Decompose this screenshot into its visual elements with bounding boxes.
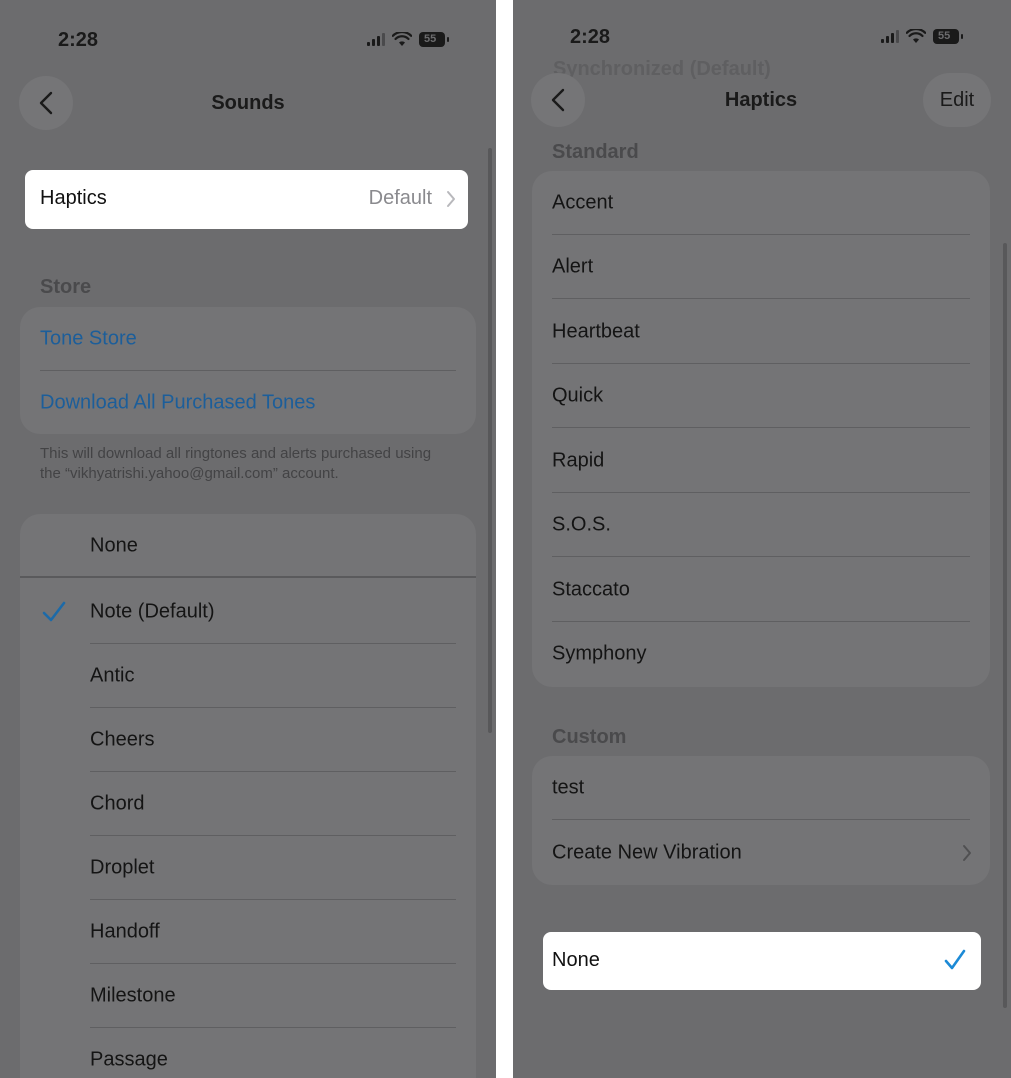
haptics-value: Default — [368, 187, 432, 209]
tone-row[interactable]: Milestone — [20, 964, 476, 1028]
store-footnote: This will download all ringtones and ale… — [40, 445, 432, 482]
haptic-row[interactable]: S.O.S. — [532, 493, 990, 557]
wifi-icon — [906, 29, 926, 43]
haptic-label: Accent — [552, 191, 614, 214]
tone-label: Handoff — [90, 920, 160, 943]
back-button[interactable] — [531, 73, 585, 127]
divider — [552, 556, 970, 557]
haptic-label: Alert — [552, 255, 594, 278]
tone-row[interactable]: Passage — [20, 1028, 476, 1078]
status-icons: 55 — [367, 32, 449, 47]
tone-row[interactable]: None — [20, 514, 476, 578]
synchronized-partial-row: Synchronized (Default) — [553, 58, 771, 80]
tones-card: None Note (Default) Antic Cheers Chord D… — [20, 514, 476, 1078]
tone-label: Antic — [90, 664, 135, 687]
tone-row[interactable]: Note (Default) — [20, 580, 476, 644]
none-haptic-row[interactable]: None — [543, 932, 981, 990]
tone-label: Droplet — [90, 856, 155, 879]
haptics-screen: Synchronized (Default) 2:28 55 Haptics E… — [513, 0, 1011, 1078]
haptic-label: Quick — [552, 384, 604, 407]
tone-row[interactable]: Chord — [20, 772, 476, 836]
download-all-label: Download All Purchased Tones — [40, 391, 316, 414]
tone-label: Chord — [90, 792, 145, 815]
tone-row[interactable]: Handoff — [20, 900, 476, 964]
divider — [20, 576, 476, 578]
tone-label: Note (Default) — [90, 600, 215, 623]
haptics-row[interactable]: Haptics Default — [25, 170, 468, 229]
tone-store-label: Tone Store — [40, 327, 137, 350]
divider — [552, 427, 970, 428]
haptic-label: Symphony — [552, 642, 647, 665]
tone-row[interactable]: Antic — [20, 644, 476, 708]
page-title: Haptics — [724, 89, 798, 111]
tone-label: Milestone — [90, 984, 176, 1007]
haptic-row[interactable]: Heartbeat — [532, 300, 990, 364]
haptic-label: test — [552, 776, 585, 799]
store-card: Tone Store Download All Purchased Tones — [20, 307, 476, 434]
custom-section-header: Custom — [552, 726, 627, 748]
battery-icon: 55 — [933, 29, 963, 44]
chevron-right-icon — [963, 845, 971, 861]
edit-button[interactable]: Edit — [923, 73, 991, 127]
page-title: Sounds — [211, 92, 285, 114]
tone-store-link[interactable]: Tone Store — [20, 307, 476, 371]
haptic-row[interactable]: Symphony — [532, 622, 990, 686]
cellular-signal-icon — [881, 30, 899, 43]
checkmark-icon — [944, 949, 966, 970]
wifi-icon — [392, 32, 412, 46]
haptic-label: S.O.S. — [552, 513, 611, 536]
store-section-header: Store — [40, 276, 92, 298]
tone-label: Cheers — [90, 728, 155, 751]
none-label: None — [552, 949, 600, 971]
cellular-signal-icon — [367, 33, 385, 46]
create-new-vibration-row[interactable]: Create New Vibration — [532, 821, 990, 885]
create-new-vibration-label: Create New Vibration — [552, 841, 742, 864]
custom-haptic-row[interactable]: test — [532, 756, 990, 820]
custom-card: test Create New Vibration — [532, 756, 990, 885]
status-time: 2:28 — [58, 29, 99, 51]
haptic-row[interactable]: Quick — [532, 364, 990, 428]
tone-label: Passage — [90, 1048, 168, 1071]
checkmark-icon — [42, 601, 66, 622]
status-icons: 55 — [881, 29, 963, 44]
sounds-screen: 2:28 55 Sounds Haptics Default Store Ton… — [0, 0, 496, 1078]
scrollbar[interactable] — [1003, 243, 1007, 1008]
haptic-label: Heartbeat — [552, 320, 640, 343]
haptic-row[interactable]: Staccato — [532, 558, 990, 622]
haptic-row[interactable]: Rapid — [532, 429, 990, 493]
chevron-right-icon — [447, 191, 455, 207]
haptic-label: Staccato — [552, 578, 630, 601]
battery-icon: 55 — [419, 32, 449, 47]
tone-row[interactable]: Cheers — [20, 708, 476, 772]
tone-label: None — [90, 534, 138, 557]
scrollbar[interactable] — [488, 148, 492, 733]
tone-row[interactable]: Droplet — [20, 836, 476, 900]
haptic-label: Rapid — [552, 449, 605, 472]
haptic-row[interactable]: Alert — [532, 235, 990, 299]
chevron-left-icon — [551, 88, 565, 112]
divider — [552, 298, 970, 299]
standard-card: Accent Alert Heartbeat Quick Rapid S.O.S… — [532, 171, 990, 687]
status-time: 2:28 — [570, 26, 611, 48]
chevron-left-icon — [39, 91, 53, 115]
back-button[interactable] — [19, 76, 73, 130]
haptic-row[interactable]: Accent — [532, 171, 990, 235]
haptics-label: Haptics — [40, 187, 107, 209]
download-all-link[interactable]: Download All Purchased Tones — [20, 371, 476, 434]
standard-section-header: Standard — [552, 141, 639, 163]
divider — [552, 819, 970, 820]
